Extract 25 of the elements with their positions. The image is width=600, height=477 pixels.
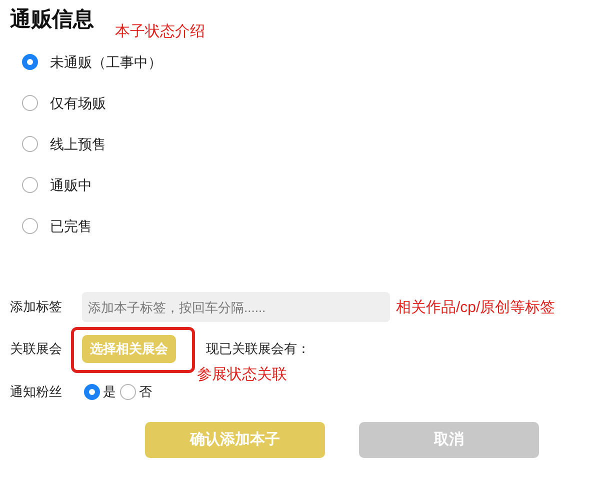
radio-button[interactable]: [120, 384, 136, 400]
radio-button[interactable]: [22, 95, 38, 111]
option-label: 未通贩（工事中）: [50, 52, 162, 72]
annotation-text: 相关作品/cp/原创等标签: [396, 298, 556, 318]
section-title: 通贩信息: [10, 7, 94, 33]
option-label: 仅有场贩: [50, 94, 106, 112]
confirm-button[interactable]: 确认添加本子: [145, 422, 325, 458]
option-label: 线上预售: [50, 134, 106, 154]
radio-button[interactable]: [22, 54, 38, 70]
option-label: 是: [103, 383, 116, 402]
radio-button[interactable]: [22, 177, 38, 193]
field-label: 通知粉丝: [10, 383, 63, 402]
radio-button[interactable]: [22, 218, 38, 234]
linked-events-label: 现已关联展会有：: [206, 340, 310, 358]
select-event-button[interactable]: 选择相关展会: [82, 335, 176, 363]
tag-input-field[interactable]: 添加本子标签，按回车分隔......: [82, 292, 390, 322]
option-label: 已完售: [50, 216, 92, 236]
option-label: 否: [139, 383, 152, 402]
radio-button[interactable]: [22, 136, 38, 152]
annotation-text: 参展状态关联: [197, 365, 287, 385]
annotation-text: 本子状态介绍: [115, 22, 205, 42]
field-label: 添加标签: [10, 298, 63, 316]
radio-button[interactable]: [84, 384, 100, 400]
field-label: 关联展会: [10, 340, 63, 358]
option-label: 通贩中: [50, 176, 92, 194]
